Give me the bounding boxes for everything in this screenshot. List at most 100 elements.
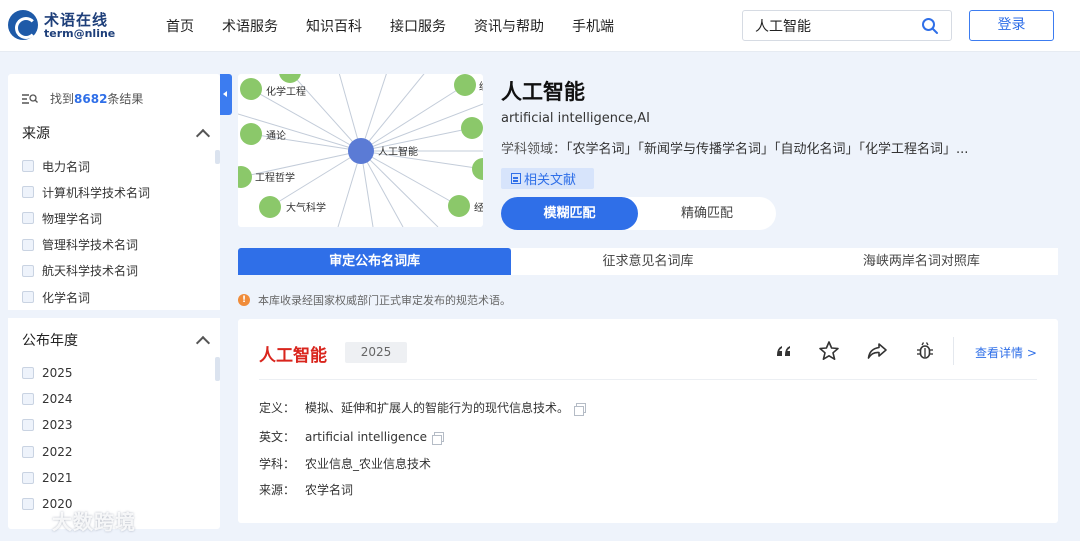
- graph-node[interactable]: [238, 166, 252, 188]
- watermark-logo-icon: [10, 512, 44, 528]
- copy-icon[interactable]: [574, 402, 587, 416]
- document-icon: [511, 173, 521, 184]
- graph-label-center: 人工智能: [378, 145, 418, 158]
- checkbox[interactable]: [22, 445, 34, 458]
- search-box: [742, 10, 952, 41]
- checkbox[interactable]: [22, 367, 34, 380]
- checkbox[interactable]: [22, 264, 34, 277]
- knowledge-graph[interactable]: 人工智能 化学工程 通论 工程哲学 大气科学 纺织 经: [238, 74, 483, 227]
- checkbox[interactable]: [22, 186, 34, 199]
- term-english: artificial intelligence,AI: [501, 111, 650, 126]
- source-item[interactable]: 航天科学技术名词: [22, 258, 150, 284]
- source-value: 农学名词: [305, 483, 354, 497]
- graph-center-node[interactable]: [348, 138, 374, 164]
- year-filter-header[interactable]: 公布年度: [22, 330, 211, 350]
- definition-field: 定义： 模拟、延伸和扩展人的智能行为的现代信息技术。: [259, 399, 587, 416]
- library-tabs: 审定公布名词库 征求意见名词库 海峡两岸名词对照库: [238, 248, 1058, 275]
- nav-mobile[interactable]: 手机端: [572, 16, 614, 36]
- result-card: 人工智能 2025 查看详情 > 定义： 模拟、延伸和扩展人的智能行为的现代信息…: [238, 319, 1058, 523]
- graph-node[interactable]: [448, 195, 470, 217]
- chevron-up-icon[interactable]: [195, 128, 211, 143]
- card-divider: [259, 379, 1037, 380]
- tab-approved-library[interactable]: 审定公布名词库: [238, 248, 512, 275]
- library-notice: ! 本库收录经国家权威部门正式审定发布的规范术语。: [238, 292, 511, 308]
- checkbox[interactable]: [22, 291, 34, 304]
- info-icon: !: [238, 294, 250, 306]
- action-divider: [953, 337, 954, 365]
- result-title[interactable]: 人工智能: [259, 341, 327, 366]
- year-item[interactable]: 2023: [22, 412, 73, 438]
- chevron-up-icon[interactable]: [195, 335, 211, 350]
- checkbox[interactable]: [22, 238, 34, 251]
- related-literature-button[interactable]: 相关文献: [501, 168, 594, 189]
- tab-comment-library[interactable]: 征求意见名词库: [511, 248, 785, 275]
- field-key: 定义：: [259, 401, 296, 415]
- graph-node[interactable]: [461, 117, 483, 139]
- login-button[interactable]: 登录: [969, 10, 1054, 41]
- nav-news-help[interactable]: 资讯与帮助: [474, 16, 544, 36]
- graph-node[interactable]: [240, 123, 262, 145]
- termonline-logo[interactable]: 术语在线 term@nline: [8, 9, 118, 43]
- checkbox[interactable]: [22, 393, 34, 406]
- source-item[interactable]: 化学名词: [22, 284, 150, 310]
- source-filter-title: 来源: [22, 126, 50, 142]
- graph-node[interactable]: [472, 158, 483, 180]
- sidebar-collapse-button[interactable]: [220, 74, 232, 115]
- filter-list-icon[interactable]: [22, 93, 38, 105]
- year-filter-title: 公布年度: [22, 333, 78, 349]
- graph-label: 通论: [266, 129, 286, 142]
- search-input[interactable]: [755, 16, 915, 36]
- graph-node[interactable]: [454, 74, 476, 96]
- domains-label: 学科领域：: [501, 142, 567, 157]
- source-filter-header[interactable]: 来源: [22, 123, 211, 143]
- year-scrollbar[interactable]: [215, 357, 220, 381]
- graph-node[interactable]: [259, 196, 281, 218]
- year-item[interactable]: 2021: [22, 465, 73, 491]
- checkbox[interactable]: [22, 212, 34, 225]
- main-nav: 首页 术语服务 知识百科 接口服务 资讯与帮助 手机端: [166, 16, 614, 36]
- copy-icon[interactable]: [431, 431, 444, 445]
- year-item[interactable]: 2025: [22, 360, 73, 386]
- field-key: 学科：: [259, 457, 296, 471]
- graph-node[interactable]: [279, 74, 301, 83]
- term-domains: 学科领域：「农学名词」「新闻学与传播学名词」「自动化名词」「化学工程名词」...: [501, 138, 1051, 157]
- checkbox[interactable]: [22, 160, 34, 173]
- nav-api-service[interactable]: 接口服务: [390, 16, 446, 36]
- domains-list[interactable]: 「农学名词」「新闻学与传播学名词」「自动化名词」「化学工程名词」...: [566, 142, 968, 157]
- nav-home[interactable]: 首页: [166, 16, 194, 36]
- fuzzy-match-button[interactable]: 模糊匹配: [501, 197, 638, 230]
- subject-field: 学科： 农业信息_农业信息技术: [259, 455, 431, 472]
- notice-text: 本库收录经国家权威部门正式审定发布的规范术语。: [258, 294, 511, 307]
- source-field: 来源： 农学名词: [259, 481, 353, 498]
- related-literature-label: 相关文献: [524, 173, 577, 188]
- graph-label: 经: [474, 201, 483, 214]
- exact-match-button[interactable]: 精确匹配: [638, 197, 776, 230]
- star-icon[interactable]: [818, 340, 840, 362]
- top-navigation-bar: 术语在线 term@nline 首页 术语服务 知识百科 接口服务 资讯与帮助 …: [0, 0, 1080, 52]
- bug-report-icon[interactable]: [914, 340, 936, 362]
- view-details-link[interactable]: 查看详情 >: [975, 344, 1037, 361]
- source-item[interactable]: 物理学名词: [22, 205, 150, 231]
- graph-node[interactable]: [240, 78, 262, 100]
- nav-term-service[interactable]: 术语服务: [222, 16, 278, 36]
- logo-mark-icon: [8, 10, 38, 40]
- year-filter-list: 2025 2024 2023 2022 2021 2020: [22, 360, 73, 517]
- source-item[interactable]: 计算机科学技术名词: [22, 179, 150, 205]
- source-item[interactable]: 电力名词: [22, 153, 150, 179]
- share-icon[interactable]: [866, 340, 888, 362]
- graph-svg: 人工智能 化学工程 通论 工程哲学 大气科学 纺织 经: [238, 74, 483, 227]
- quote-icon[interactable]: [773, 340, 795, 362]
- nav-knowledge[interactable]: 知识百科: [306, 16, 362, 36]
- year-item[interactable]: 2022: [22, 439, 73, 465]
- checkbox[interactable]: [22, 419, 34, 432]
- term-title: 人工智能: [501, 80, 585, 104]
- source-scrollbar[interactable]: [215, 150, 220, 164]
- tab-cross-strait-library[interactable]: 海峡两岸名词对照库: [784, 248, 1058, 275]
- search-icon[interactable]: [921, 17, 939, 35]
- year-item[interactable]: 2024: [22, 386, 73, 412]
- source-item[interactable]: 管理科学技术名词: [22, 232, 150, 258]
- graph-label: 大气科学: [286, 201, 326, 214]
- checkbox[interactable]: [22, 471, 34, 484]
- match-mode-toggle: 模糊匹配 精确匹配: [501, 197, 776, 230]
- filter-sidebar: 找到8682条结果 来源 电力名词 计算机科学技术名词 物理学名词 管理科学技术…: [8, 74, 220, 529]
